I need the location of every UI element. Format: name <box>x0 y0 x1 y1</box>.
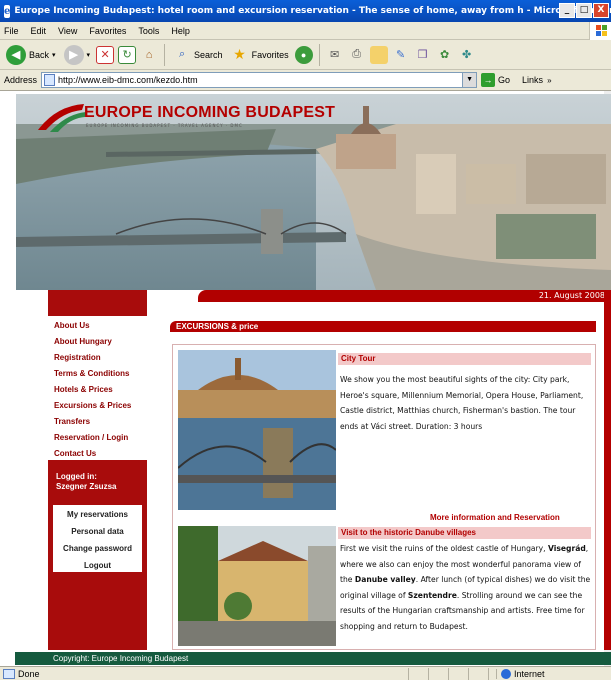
go-arrow-icon: → <box>481 73 496 87</box>
nav-terms[interactable]: Terms & Conditions <box>54 369 129 378</box>
desc-bold-visegrad: Visegrád <box>548 544 586 553</box>
nav-excursions[interactable]: Excursions & Prices <box>54 401 131 410</box>
forward-button[interactable]: ▶ ▾ <box>62 43 93 67</box>
more-info-link[interactable]: More information and Reservation <box>430 513 560 522</box>
menu-help[interactable]: Help <box>171 26 190 36</box>
my-reservations-link[interactable]: My reservations <box>53 510 142 519</box>
tour-desc-city: We show you the most beautiful sights of… <box>340 375 584 431</box>
window-title: Europe Incoming Budapest: hotel room and… <box>14 6 611 16</box>
status-cell <box>408 667 428 680</box>
tour-title-danube[interactable]: Visit to the historic Danube villages <box>338 527 591 539</box>
ie-icon: e <box>4 4 11 18</box>
address-input[interactable]: http://www.eib-dmc.com/kezdo.htm ▼ <box>41 72 478 88</box>
chevron-right-icon[interactable]: » <box>547 76 551 85</box>
tour-title-city[interactable]: City Tour <box>338 353 591 365</box>
right-border <box>604 290 611 650</box>
toolbar: ◀ Back ▾ ▶ ▾ ✕ ↻ ⌂ ⌕ Search ★ Favorites … <box>0 40 611 70</box>
page-footer: Copyright: Europe Incoming Budapest <box>15 652 611 665</box>
logo-title[interactable]: EUROPE INCOMING BUDAPEST <box>84 104 335 122</box>
menu-favorites[interactable]: Favorites <box>89 26 126 36</box>
folder-icon[interactable] <box>369 45 388 64</box>
page-done-icon <box>3 668 15 679</box>
tour-desc-danube: First we visit the ruins of the oldest c… <box>340 541 592 635</box>
status-text: Done <box>18 668 40 679</box>
logged-in-user: Szegner Zsuzsa <box>56 482 117 491</box>
go-label: Go <box>498 75 511 85</box>
home-icon[interactable]: ⌂ <box>140 46 158 64</box>
minimize-button[interactable]: _ <box>559 3 575 18</box>
status-cell <box>488 667 496 680</box>
status-cell <box>428 667 448 680</box>
nav-hotels[interactable]: Hotels & Prices <box>54 385 113 394</box>
window-controls: _ □ X <box>559 3 609 18</box>
window-titlebar: e Europe Incoming Budapest: hotel room a… <box>0 0 611 22</box>
status-cell <box>448 667 468 680</box>
menu-view[interactable]: View <box>58 26 77 36</box>
back-label: Back <box>29 49 50 60</box>
zone-label: Internet <box>514 668 545 679</box>
address-bar: Address http://www.eib-dmc.com/kezdo.htm… <box>0 70 611 91</box>
extension-icon[interactable]: ✤ <box>458 46 476 64</box>
go-button[interactable]: → Go <box>481 73 510 87</box>
city-tour-photo <box>178 350 336 510</box>
status-bar: Done Internet <box>0 666 611 680</box>
favorites-label: Favorites <box>251 49 289 60</box>
maximize-button[interactable]: □ <box>576 3 592 18</box>
nav-registration[interactable]: Registration <box>54 353 101 362</box>
section-header: EXCURSIONS & price <box>170 321 596 332</box>
address-url: http://www.eib-dmc.com/kezdo.htm <box>58 75 198 85</box>
logged-in-label: Logged in: <box>56 472 97 481</box>
menu-edit[interactable]: Edit <box>31 26 47 36</box>
research-icon[interactable]: ❒ <box>414 46 432 64</box>
date-banner: 21. August 2008 <box>198 290 611 302</box>
toolbar-separator <box>318 43 320 66</box>
status-cell <box>468 667 488 680</box>
back-arrow-icon: ◀ <box>6 44 26 65</box>
desc-bold-szentendre: Szentendre <box>407 590 457 600</box>
desc-bold-danube-valley: Danube valley <box>354 575 416 585</box>
nav-about-hungary[interactable]: About Hungary <box>54 337 112 346</box>
change-password-link[interactable]: Change password <box>53 544 142 553</box>
chevron-down-icon[interactable]: ▼ <box>462 73 477 87</box>
address-label: Address <box>4 75 38 85</box>
messenger-icon[interactable]: ✎ <box>392 46 410 64</box>
refresh-icon[interactable]: ↻ <box>118 45 137 64</box>
forward-arrow-icon: ▶ <box>63 44 84 65</box>
windows-logo-icon <box>589 22 611 40</box>
zone-indicator: Internet <box>496 668 545 679</box>
globe-icon <box>501 668 511 679</box>
favorites-button[interactable]: ★ Favorites <box>229 43 291 67</box>
menu-tools[interactable]: Tools <box>138 26 159 36</box>
logout-link[interactable]: Logout <box>53 561 142 570</box>
menu-file[interactable]: File <box>4 26 19 36</box>
chevron-down-icon: ▾ <box>52 51 56 59</box>
desc-text: First we visit the ruins of the oldest c… <box>340 544 549 553</box>
page-icon <box>44 74 56 86</box>
plugin-icon[interactable]: ✿ <box>436 46 454 64</box>
danube-villages-photo <box>178 526 336 646</box>
personal-data-link[interactable]: Personal data <box>53 527 142 536</box>
nav-contact[interactable]: Contact Us <box>54 449 96 458</box>
search-icon: ⌕ <box>178 48 186 60</box>
media-icon[interactable]: ● <box>294 45 313 64</box>
print-icon[interactable]: ⎙ <box>348 46 366 64</box>
chevron-down-icon: ▾ <box>86 51 91 59</box>
logged-in-info: Logged in: Szegner Zsuzsa <box>56 472 116 492</box>
toolbar-separator <box>164 43 166 66</box>
nav-about-us[interactable]: About Us <box>54 321 90 330</box>
links-button[interactable]: Links <box>522 75 543 85</box>
search-label: Search <box>194 49 223 60</box>
close-button[interactable]: X <box>593 3 609 18</box>
mail-icon[interactable]: ✉ <box>326 46 344 64</box>
star-icon: ★ <box>233 46 246 62</box>
logo-subtitle: EUROPE INCOMING BUDAPEST · TRAVEL AGENCY… <box>86 123 243 128</box>
menu-bar: File Edit View Favorites Tools Help <box>0 22 611 40</box>
nav-transfers[interactable]: Transfers <box>54 417 90 426</box>
back-button[interactable]: ◀ Back ▾ <box>4 43 58 67</box>
search-button[interactable]: ⌕ Search <box>171 43 225 67</box>
nav-reservation-login[interactable]: Reservation / Login <box>54 433 128 442</box>
stop-icon[interactable]: ✕ <box>96 45 115 64</box>
